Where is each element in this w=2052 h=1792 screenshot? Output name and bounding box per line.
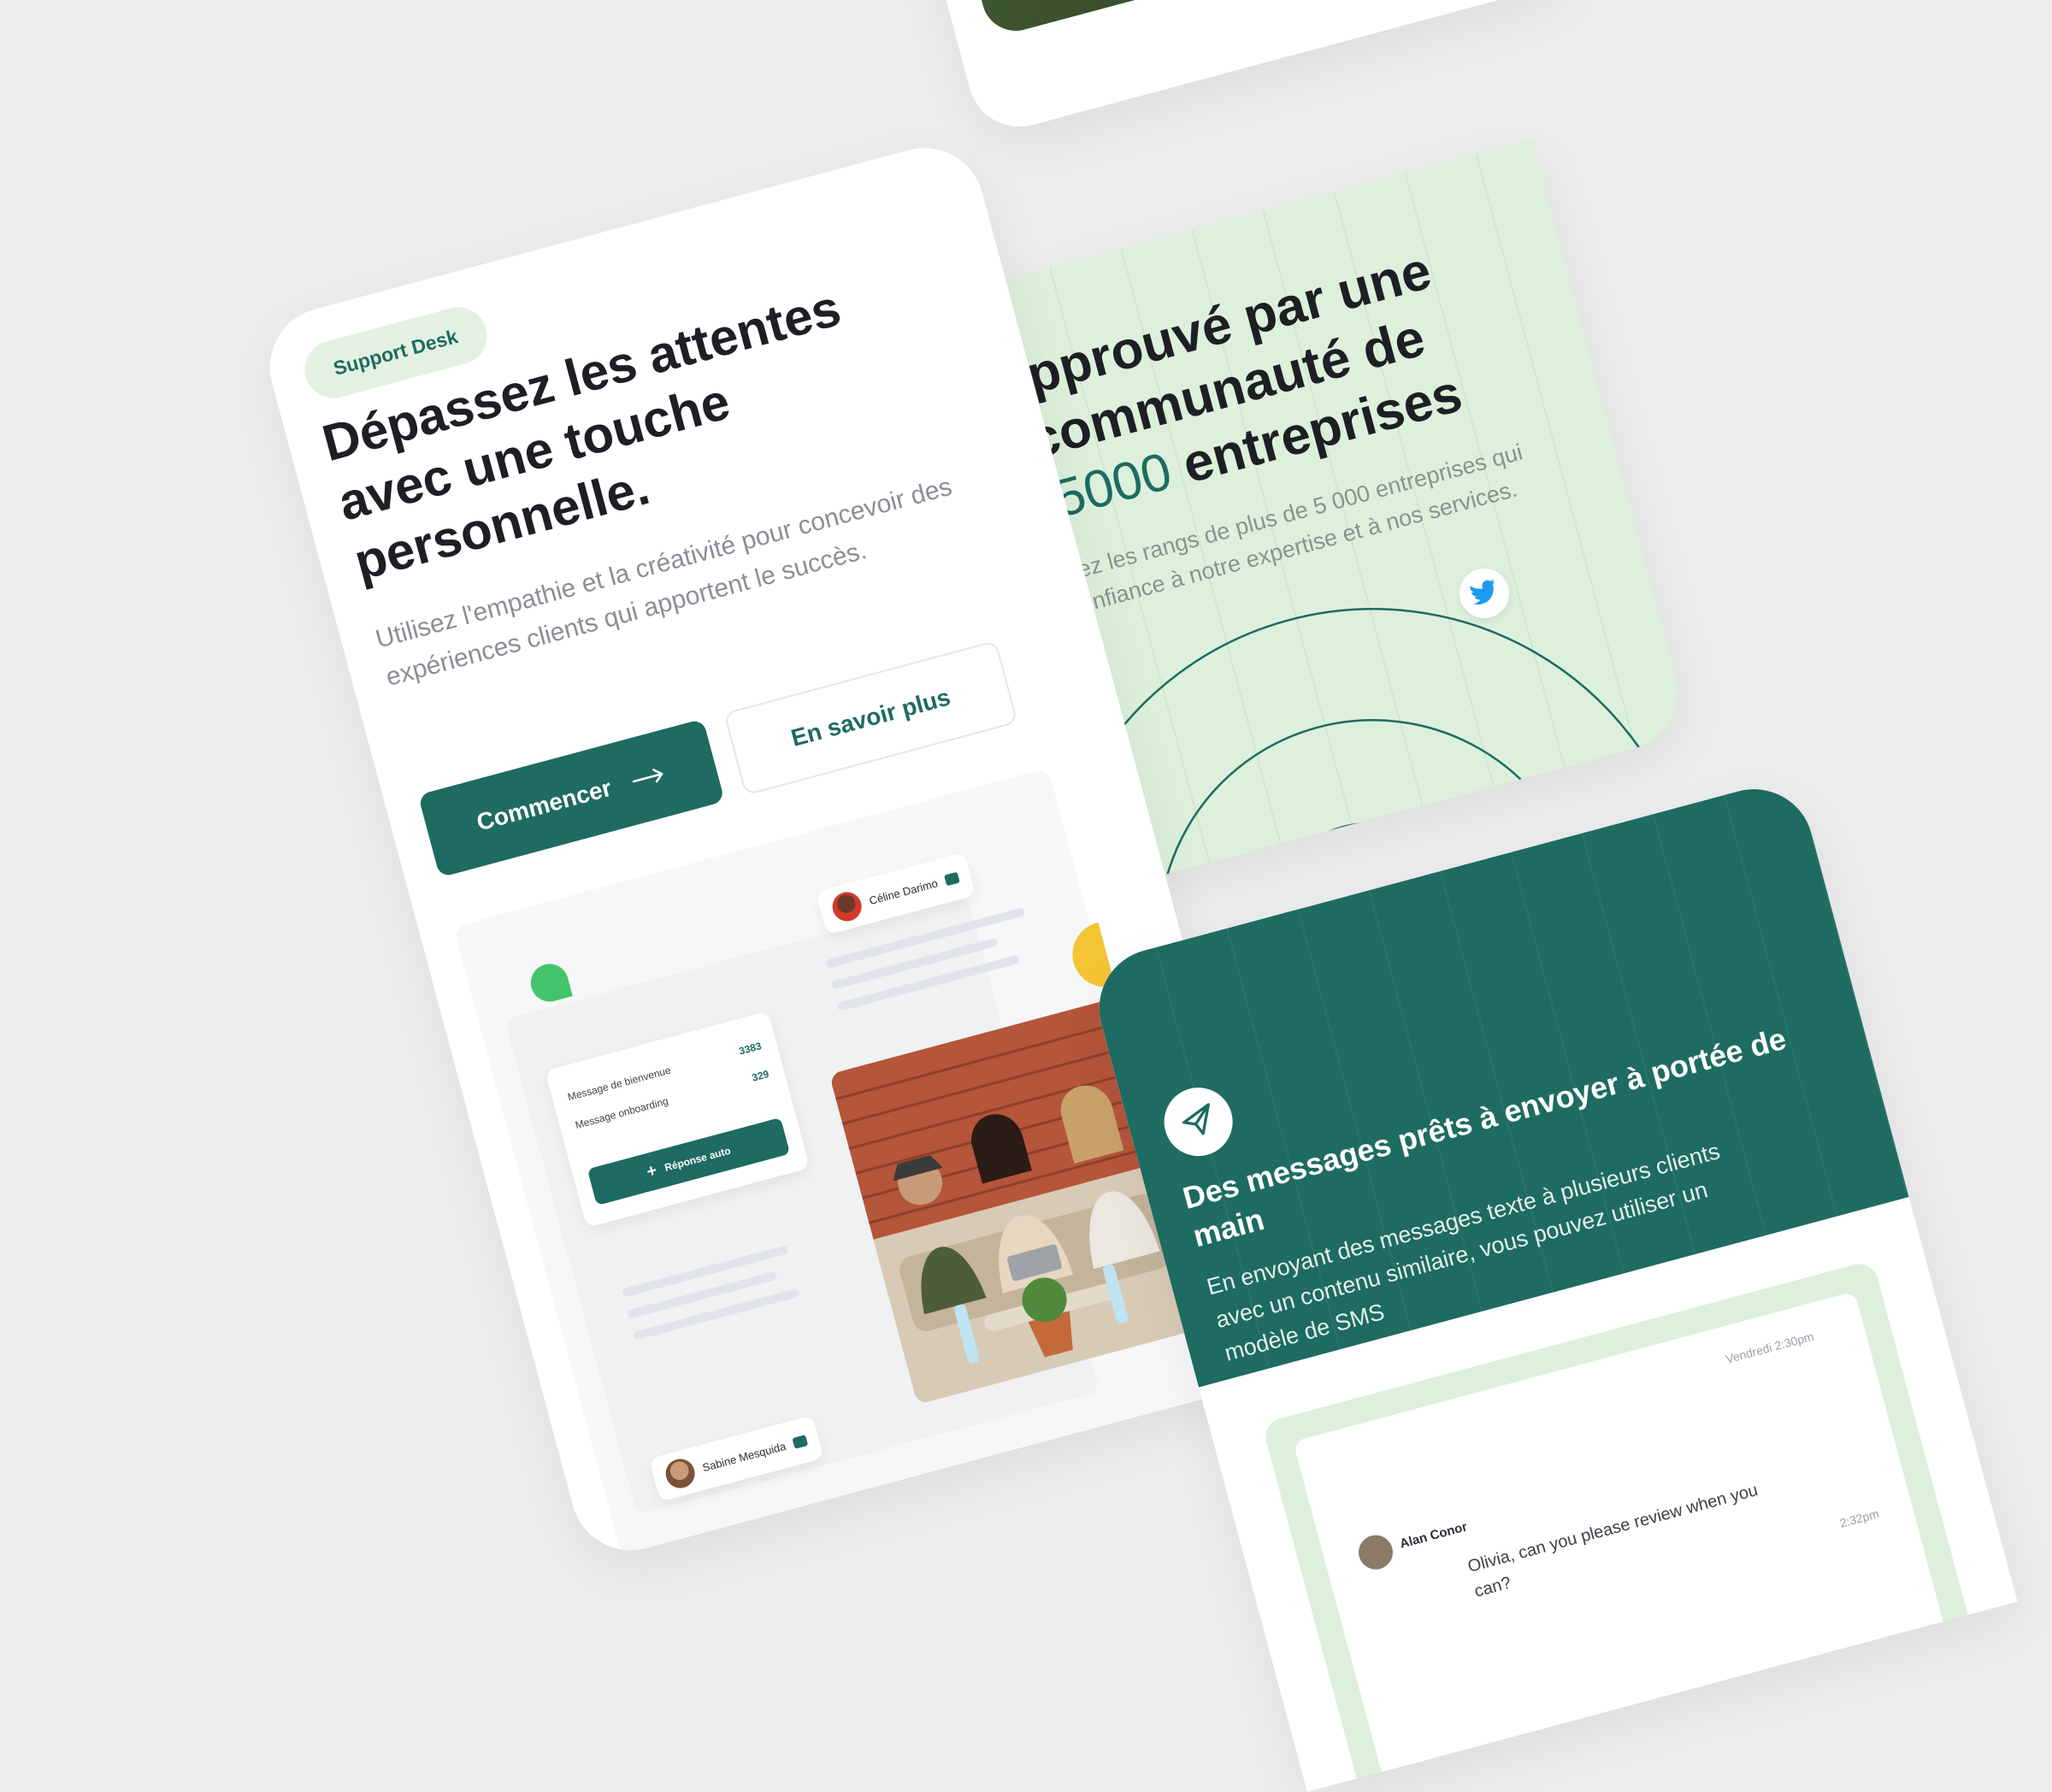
woman-photo [903,0,1504,38]
avatar [662,1455,699,1492]
chat-icon [944,871,961,886]
arrow-right-icon [633,769,663,783]
stat-value: 329 [750,1068,770,1084]
messages-card: Des messages prêts à envoyer à portée de… [1086,775,2018,1792]
avatar [1354,1531,1397,1574]
photo-card [864,0,1578,139]
app-preview: Céline Darimo Message de bienvenue 3383 … [453,768,1217,1555]
sender-name: Alan Conor [1398,1519,1469,1552]
stat-value: 3383 [737,1040,764,1058]
message-time: 2:32pm [1838,1506,1881,1530]
avatar [828,888,865,925]
start-button-label: Commencer [474,774,615,836]
chat-icon [792,1434,809,1449]
message-timestamp: Vendredi 2:30pm [1724,1329,1816,1366]
message-card: Vendredi 2:30pm Alan Conor Olivia, can y… [1293,1291,1955,1792]
learn-more-button[interactable]: En savoir plus [723,640,1018,796]
plus-icon: + [644,1160,659,1182]
stat-label: Message onboarding [574,1094,670,1132]
start-button[interactable]: Commencer [417,718,725,878]
woman-photo-illustration [903,0,1504,38]
contact-name: Céline Darimo [867,875,940,907]
stat-row: Message onboarding 329 [574,1068,770,1131]
message-text: Olivia, can you please review when you c… [1465,1480,1760,1601]
auto-reply-label: Réponse auto [663,1144,733,1174]
decor-green-shape [526,959,573,1006]
contact-name: Sabine Mesquida [700,1439,787,1474]
